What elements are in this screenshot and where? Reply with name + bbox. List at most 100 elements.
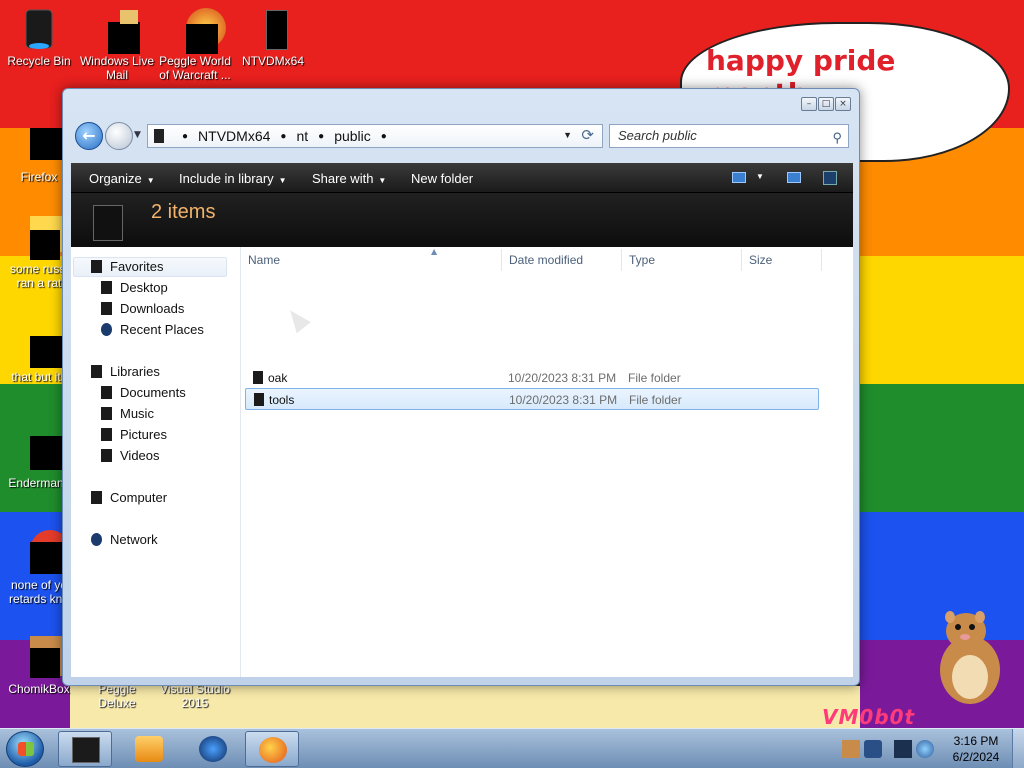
opera-icon xyxy=(16,530,70,576)
forward-button[interactable] xyxy=(105,122,133,150)
window-content: Favorites Desktop Downloads Recent Place… xyxy=(71,247,853,677)
nav-documents[interactable]: Documents xyxy=(101,385,186,400)
taskbar-button-browser[interactable] xyxy=(186,731,240,767)
nav-desktop[interactable]: Desktop xyxy=(101,280,168,295)
pictures-icon xyxy=(101,428,112,441)
table-row[interactable]: tools 10/20/2023 8:31 PM File folder xyxy=(245,388,819,410)
explorer-window[interactable]: – □ × ← ▼ ● NTVDMx64 ● nt ● public ● ▼ ⟳… xyxy=(62,88,860,686)
chomikbox-tray-icon[interactable] xyxy=(842,740,860,758)
maximize-button[interactable]: □ xyxy=(818,97,834,111)
breadcrumb-public[interactable]: public xyxy=(334,128,371,144)
nav-music[interactable]: Music xyxy=(101,406,154,421)
nav-videos[interactable]: Videos xyxy=(101,448,160,463)
taskbar-button-explorer[interactable] xyxy=(58,731,112,767)
column-divider[interactable] xyxy=(821,249,822,271)
column-header-date-modified[interactable]: Date modified xyxy=(509,253,583,267)
desktop-icon-recycle-bin[interactable]: Recycle Bin xyxy=(0,6,78,68)
nav-recent-places[interactable]: Recent Places xyxy=(101,322,204,337)
caption-buttons: – □ × xyxy=(801,97,851,111)
taskbar-button-media-player[interactable] xyxy=(122,731,176,767)
include-in-library-button[interactable]: Include in library ▼ xyxy=(179,171,287,186)
file-date: 10/20/2023 8:31 PM xyxy=(508,371,617,385)
nav-downloads[interactable]: Downloads xyxy=(101,301,184,316)
table-row[interactable]: oak 10/20/2023 8:31 PM File folder xyxy=(245,367,819,389)
file-name: oak xyxy=(268,371,288,385)
recent-places-icon xyxy=(101,323,112,336)
column-divider[interactable] xyxy=(741,249,742,271)
firefox-icon xyxy=(259,737,287,763)
item-count: 2 items xyxy=(151,201,216,223)
new-folder-button[interactable]: New folder xyxy=(411,171,473,186)
back-arrow-icon: ← xyxy=(82,126,96,145)
desktop-icon-windows-live-mail[interactable]: Windows Live Mail xyxy=(78,6,156,82)
navigation-pane[interactable]: Favorites Desktop Downloads Recent Place… xyxy=(71,247,241,677)
desktop-icon-ntvdmx64[interactable]: NTVDMx64 xyxy=(234,6,312,68)
breadcrumb-separator-icon[interactable]: ● xyxy=(280,131,286,142)
breadcrumb-ntvdmx64[interactable]: NTVDMx64 xyxy=(198,128,270,144)
file-date: 10/20/2023 8:31 PM xyxy=(509,393,618,407)
recent-pages-dropdown-icon[interactable]: ▼ xyxy=(134,130,141,140)
start-button[interactable] xyxy=(6,731,44,767)
search-input[interactable]: Search public ⚲ xyxy=(609,124,849,148)
desktop-icon-visual-studio[interactable]: Visual Studio 2015 xyxy=(156,682,234,710)
column-header-size[interactable]: Size xyxy=(749,253,772,267)
breadcrumb-separator-icon[interactable]: ● xyxy=(182,131,188,142)
network-tray-icon[interactable] xyxy=(894,740,912,758)
nav-libraries[interactable]: Libraries xyxy=(91,364,160,379)
taskbar: 3:16 PM 6/2/2024 xyxy=(0,728,1024,768)
breadcrumb-separator-icon[interactable]: ● xyxy=(318,131,324,142)
desktop-icon xyxy=(101,281,112,294)
star-icon xyxy=(91,260,102,273)
file-type: File folder xyxy=(629,393,682,407)
nav-computer[interactable]: Computer xyxy=(91,490,167,505)
firefox-icon xyxy=(16,122,62,168)
share-with-button[interactable]: Share with ▼ xyxy=(312,171,386,186)
nav-pictures[interactable]: Pictures xyxy=(101,427,167,442)
desktop-icon-peggle-deluxe[interactable]: Peggle Deluxe xyxy=(78,682,156,710)
large-folder-icon xyxy=(93,205,123,241)
clock-time: 3:16 PM xyxy=(953,734,999,748)
folder-icon xyxy=(253,371,263,384)
address-bar[interactable]: ● NTVDMx64 ● nt ● public ● ▼ ⟳ xyxy=(147,124,603,148)
change-view-icon[interactable] xyxy=(732,172,746,183)
file-name: tools xyxy=(269,393,295,407)
folder-icon xyxy=(254,393,264,406)
taskbar-clock[interactable]: 3:16 PM 6/2/2024 xyxy=(944,733,1008,765)
vmbot-watermark: VM0b0t xyxy=(822,705,916,729)
organize-button[interactable]: Organize ▼ xyxy=(89,171,155,186)
back-button[interactable]: ← xyxy=(75,122,103,150)
hamster-image xyxy=(940,611,1000,704)
file-type: File folder xyxy=(628,371,681,385)
desktop-icon-peggle-wow[interactable]: Peggle World of Warcraft ... xyxy=(156,6,234,82)
column-header-type[interactable]: Type xyxy=(629,253,655,267)
column-divider[interactable] xyxy=(621,249,622,271)
address-dropdown-icon[interactable]: ▼ xyxy=(563,130,572,140)
system-tray xyxy=(838,733,942,765)
nav-network[interactable]: Network xyxy=(91,532,158,547)
chomikbox-icon xyxy=(16,634,70,680)
minimize-button[interactable]: – xyxy=(801,97,817,111)
column-header-name[interactable]: Name xyxy=(248,253,280,267)
volume-icon[interactable] xyxy=(916,740,934,758)
nav-favorites[interactable]: Favorites xyxy=(91,259,163,274)
view-options-dropdown-icon[interactable]: ▼ xyxy=(756,172,764,181)
refresh-icon[interactable]: ⟳ xyxy=(581,126,594,144)
endermanch-icon xyxy=(16,428,62,474)
help-icon[interactable] xyxy=(823,171,837,185)
network-icon xyxy=(91,533,102,546)
folder-icon xyxy=(154,129,164,143)
breadcrumb-separator-icon[interactable]: ● xyxy=(381,131,387,142)
close-button[interactable]: × xyxy=(835,97,851,111)
show-desktop-button[interactable] xyxy=(1012,729,1024,768)
browser-globe-icon xyxy=(199,736,227,762)
column-divider[interactable] xyxy=(501,249,502,271)
file-list[interactable]: ▲ Name Date modified Type Size oak 10/20… xyxy=(245,247,853,677)
peggle-wow-icon xyxy=(172,6,226,54)
taskbar-button-firefox[interactable] xyxy=(245,731,299,767)
preview-pane-icon[interactable] xyxy=(787,172,801,183)
explorer-icon xyxy=(72,737,100,763)
windows-live-mail-icon xyxy=(94,6,140,54)
breadcrumb-nt[interactable]: nt xyxy=(296,128,308,144)
security-shield-icon[interactable] xyxy=(864,740,882,758)
search-icon[interactable]: ⚲ xyxy=(832,127,842,149)
